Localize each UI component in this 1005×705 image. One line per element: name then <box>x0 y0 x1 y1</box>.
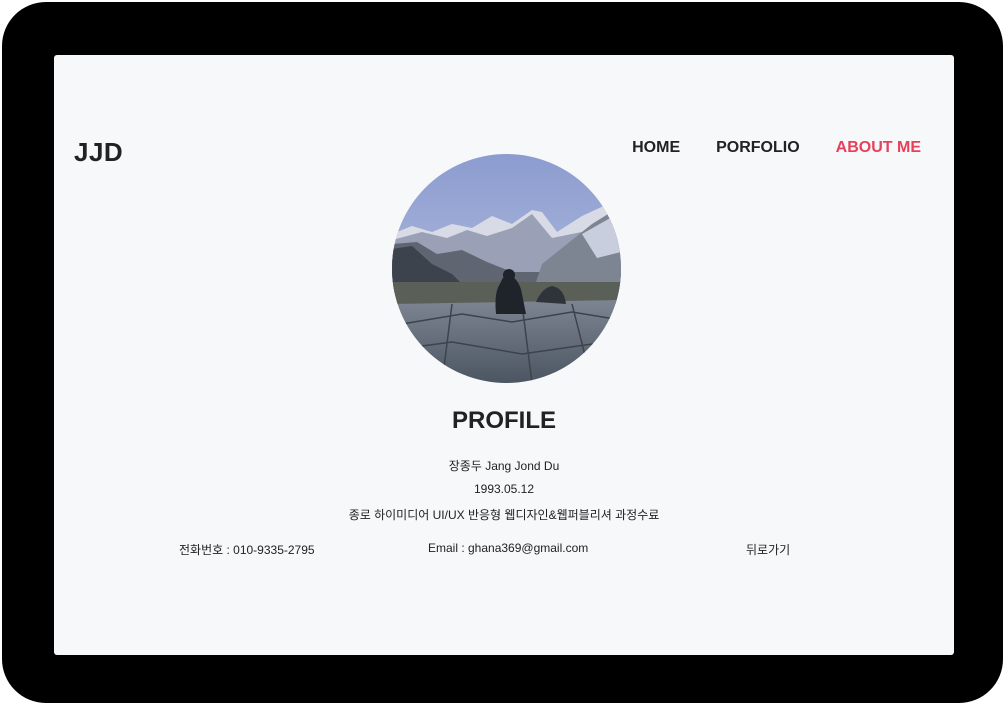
profile-education: 종로 하이미디어 UI/UX 반응형 웹디자인&웹퍼블리셔 과정수료 <box>348 508 660 522</box>
site-logo[interactable]: JJD <box>74 137 123 168</box>
back-link[interactable]: 뒤로가기 <box>746 541 790 558</box>
device-frame: JJD HOME PORFOLIO ABOUT ME PROFILE 장종두 J… <box>2 2 1003 703</box>
profile-birthdate: 1993.05.12 <box>473 482 535 496</box>
profile-name: 장종두 Jang Jond Du <box>448 459 560 473</box>
profile-title: PROFILE <box>451 407 556 434</box>
screen: JJD HOME PORFOLIO ABOUT ME PROFILE 장종두 J… <box>54 55 954 655</box>
nav-portfolio[interactable]: PORFOLIO <box>716 139 800 157</box>
nav-home[interactable]: HOME <box>632 139 680 157</box>
nav-about-me[interactable]: ABOUT ME <box>836 139 921 157</box>
profile-email: Email : ghana369@gmail.com <box>428 541 589 555</box>
profile-phone: 전화번호 : 010-9335-2795 <box>179 543 315 557</box>
main-nav: HOME PORFOLIO ABOUT ME <box>632 139 921 157</box>
profile-photo <box>392 154 621 383</box>
mountain-landscape-photo <box>392 154 621 383</box>
